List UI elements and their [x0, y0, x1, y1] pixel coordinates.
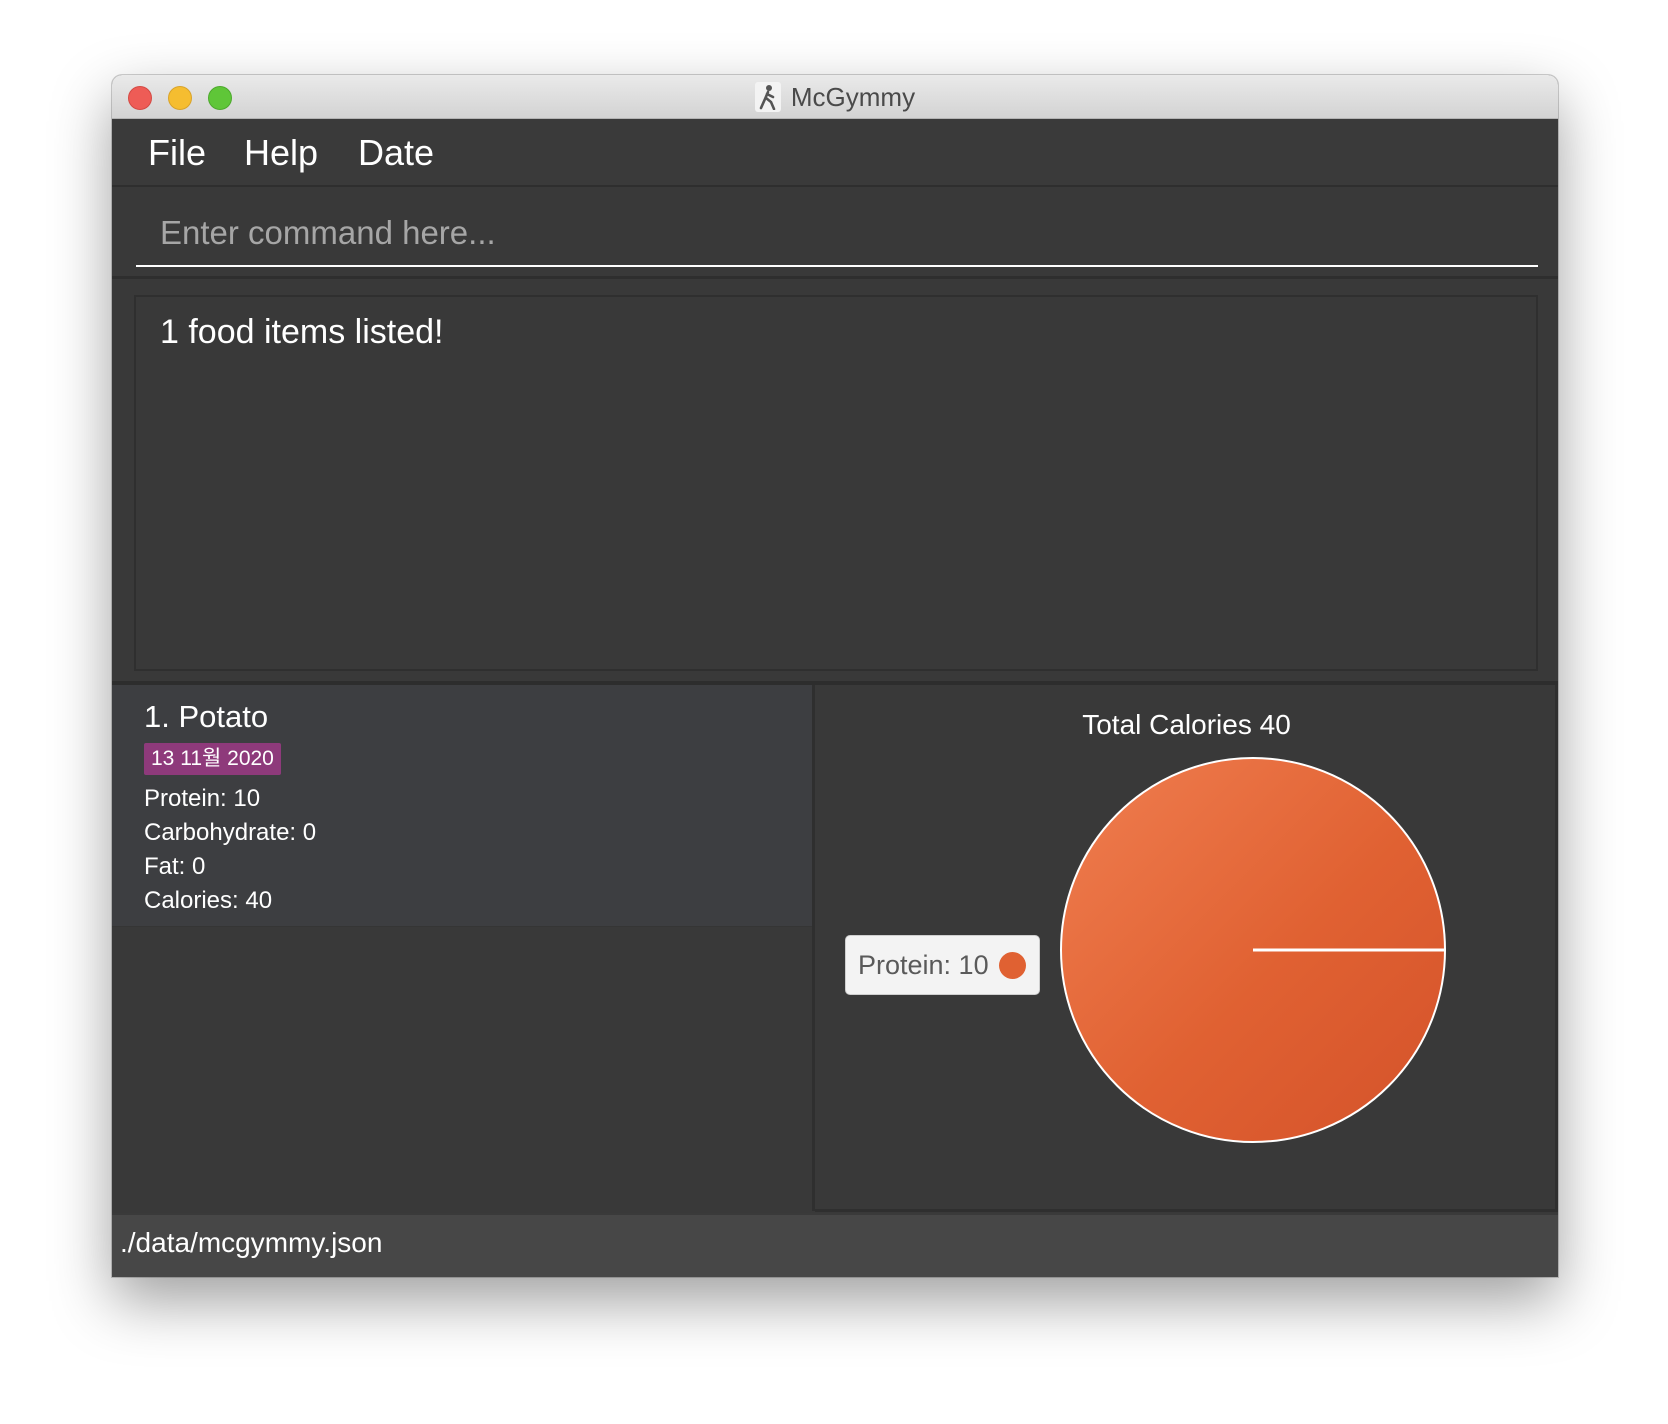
menu-date[interactable]: Date: [358, 132, 434, 174]
fat-value: Fat: 0: [144, 853, 206, 880]
chart-legend: Protein: 10: [845, 935, 1040, 995]
save-file-path: ./data/mcgymmy.json: [120, 1227, 383, 1258]
chart-right-border: [1555, 685, 1558, 1211]
chart-bottom-border: [815, 1209, 1558, 1212]
result-display: 1 food items listed!: [134, 295, 1538, 671]
carbohydrate-value: Carbohydrate: 0: [144, 819, 317, 846]
app-window: McGymmy File Help Date 1 food items list…: [112, 75, 1558, 1277]
food-list-panel[interactable]: 1. Potato 13 11월 2020 Protein: 10 Carboh…: [112, 685, 812, 1211]
date-tag: 13 11월 2020: [144, 743, 281, 775]
food-card[interactable]: 1. Potato 13 11월 2020 Protein: 10 Carboh…: [112, 685, 812, 927]
legend-swatch-protein: [998, 951, 1026, 979]
menu-bar: File Help Date: [112, 119, 1558, 187]
command-box: [112, 187, 1558, 279]
command-input[interactable]: [136, 201, 1538, 267]
window-title: McGymmy: [790, 81, 916, 112]
legend-label-protein: Protein: 10: [858, 949, 989, 980]
result-message: 1 food items listed!: [160, 313, 444, 351]
menu-file[interactable]: File: [148, 132, 206, 174]
protein-value: Protein: 10: [144, 785, 261, 812]
running-figure-icon: [754, 82, 781, 112]
status-bar: ./data/mcgymmy.json: [112, 1213, 1558, 1277]
title-group: McGymmy: [112, 75, 1558, 119]
title-bar: McGymmy: [112, 75, 1558, 119]
menu-help[interactable]: Help: [244, 132, 318, 174]
calories-value: Calories: 40: [144, 887, 273, 914]
calories-pie-chart: Total Calories 40 Protein: 10: [815, 685, 1558, 1211]
food-name: 1. Potato: [144, 699, 269, 734]
